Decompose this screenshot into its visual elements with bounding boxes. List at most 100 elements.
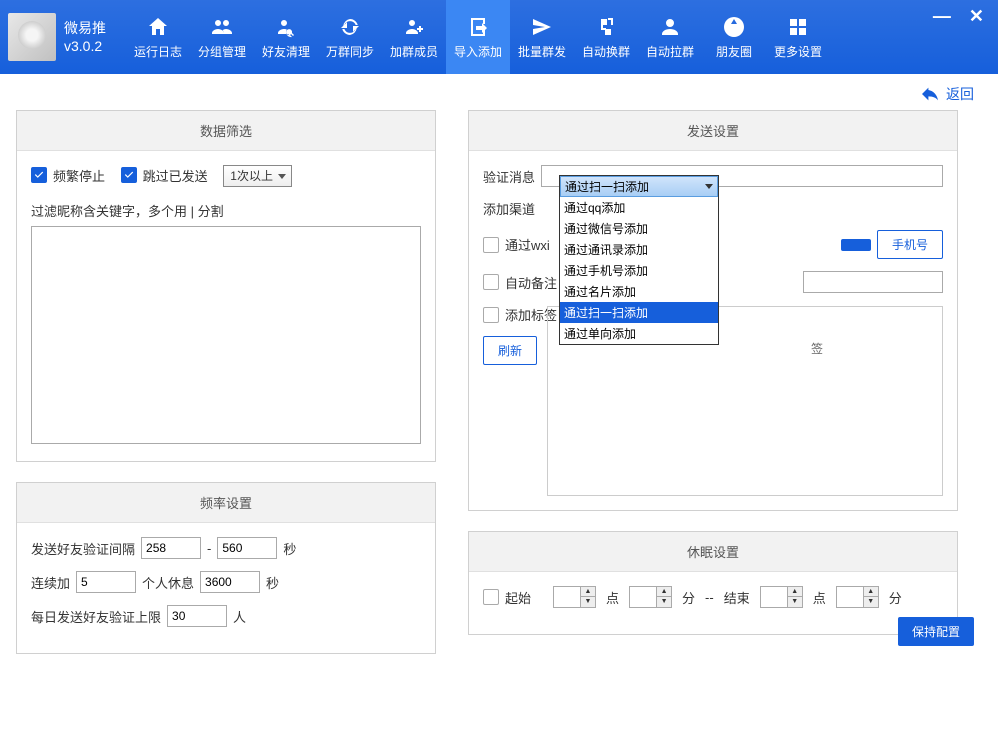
frequency-title: 频率设置 <box>17 483 435 523</box>
channel-options-list: 通过qq添加 通过微信号添加 通过通讯录添加 通过手机号添加 通过名片添加 通过… <box>560 197 718 344</box>
continuous-label: 连续加 <box>31 573 70 592</box>
nav-groups[interactable]: 分组管理 <box>190 0 254 74</box>
back-icon <box>920 86 940 102</box>
grid-icon <box>786 15 810 39</box>
checkbox-label: 自动备注 <box>505 273 557 292</box>
frequent-stop-checkbox[interactable]: 频繁停止 <box>31 166 105 185</box>
times-dropdown[interactable]: 1次以上 <box>223 165 292 187</box>
nav-clean[interactable]: 好友清理 <box>254 0 318 74</box>
add-tag-checkbox[interactable]: 添加标签 <box>483 305 557 324</box>
unit-sec: 秒 <box>283 539 296 558</box>
unit-sec: 秒 <box>266 573 279 592</box>
window-controls: — ✕ <box>933 6 984 27</box>
daily-label: 每日发送好友验证上限 <box>31 607 161 626</box>
checkbox-label: 频繁停止 <box>53 166 105 185</box>
channel-option[interactable]: 通过qq添加 <box>560 197 718 218</box>
channel-selected[interactable]: 通过扫一扫添加 <box>560 176 718 197</box>
filter-keyword-textarea[interactable] <box>31 226 421 444</box>
back-label: 返回 <box>946 84 974 104</box>
channel-option[interactable]: 通过通讯录添加 <box>560 239 718 260</box>
rest-input[interactable] <box>200 571 260 593</box>
send-title: 发送设置 <box>469 111 957 151</box>
blue-button[interactable] <box>841 239 871 251</box>
separator: -- <box>705 590 714 605</box>
interval-from-input[interactable] <box>141 537 201 559</box>
nav-label: 朋友圈 <box>716 43 752 60</box>
skip-sent-checkbox[interactable]: 跳过已发送 <box>121 166 208 185</box>
nav-pull[interactable]: 自动拉群 <box>638 0 702 74</box>
main-nav: 运行日志 分组管理 好友清理 万群同步 加群成员 导入添加 批量群发 自动换群 <box>126 0 830 74</box>
nav-label: 加群成员 <box>390 43 438 60</box>
verify-msg-label: 验证消息 <box>483 167 535 186</box>
filter-title: 数据筛选 <box>17 111 435 151</box>
daily-input[interactable] <box>167 605 227 627</box>
nav-switch[interactable]: 自动换群 <box>574 0 638 74</box>
dash: - <box>207 541 211 556</box>
close-button[interactable]: ✕ <box>969 6 984 27</box>
rest-label: 个人休息 <box>142 573 194 592</box>
start-min-spinner[interactable]: ▲▼ <box>629 586 672 608</box>
sleep-panel: 休眠设置 起始 ▲▼ 点 ▲▼ 分 -- 结束 ▲▼ 点 <box>468 531 958 635</box>
tag-placeholder: 签 <box>811 340 823 357</box>
sleep-start-checkbox[interactable]: 起始 <box>483 588 531 607</box>
sync-icon <box>338 15 362 39</box>
phone-button[interactable]: 手机号 <box>877 230 943 259</box>
nav-more[interactable]: 更多设置 <box>766 0 830 74</box>
channel-dropdown-popup: 通过扫一扫添加 通过qq添加 通过微信号添加 通过通讯录添加 通过手机号添加 通… <box>559 175 719 345</box>
user-plus-icon <box>402 15 426 39</box>
save-config-button[interactable]: 保持配置 <box>898 617 974 646</box>
end-hour-spinner[interactable]: ▲▼ <box>760 586 803 608</box>
nav-moments[interactable]: 朋友圈 <box>702 0 766 74</box>
nav-label: 运行日志 <box>134 43 182 60</box>
app-title: 微易推 v3.0.2 <box>64 19 106 55</box>
app-header: 微易推 v3.0.2 运行日志 分组管理 好友清理 万群同步 加群成员 导入添加 <box>0 0 998 74</box>
interval-label: 发送好友验证间隔 <box>31 539 135 558</box>
auto-remark-checkbox[interactable]: 自动备注 <box>483 273 557 292</box>
send-panel: 发送设置 验证消息 添加渠道 通过wxi <box>468 110 958 511</box>
checkbox-label: 通过wxi <box>505 235 550 254</box>
end-label: 结束 <box>724 588 750 607</box>
nav-label: 自动换群 <box>582 43 630 60</box>
unit-min: 分 <box>682 588 695 607</box>
nav-label: 自动拉群 <box>646 43 694 60</box>
unit-hour: 点 <box>813 588 826 607</box>
channel-option[interactable]: 通过单向添加 <box>560 323 718 344</box>
filter-panel: 数据筛选 频繁停止 跳过已发送 1次以上 过滤昵称含关键字，多个用 | 分割 <box>16 110 436 462</box>
channel-option[interactable]: 通过扫一扫添加 <box>560 302 718 323</box>
minimize-button[interactable]: — <box>933 6 951 27</box>
nav-import[interactable]: 导入添加 <box>446 0 510 74</box>
unit-hour: 点 <box>606 588 619 607</box>
remark-input[interactable] <box>803 271 943 293</box>
start-hour-spinner[interactable]: ▲▼ <box>553 586 596 608</box>
import-icon <box>466 15 490 39</box>
back-link[interactable]: 返回 <box>920 84 974 104</box>
unit-min: 分 <box>889 588 902 607</box>
channel-option[interactable]: 通过微信号添加 <box>560 218 718 239</box>
home-icon <box>146 15 170 39</box>
interval-to-input[interactable] <box>217 537 277 559</box>
user-search-icon <box>274 15 298 39</box>
switch-icon <box>594 15 618 39</box>
channel-label: 添加渠道 <box>483 199 535 218</box>
nav-members[interactable]: 加群成员 <box>382 0 446 74</box>
aperture-icon <box>722 15 746 39</box>
nav-batch[interactable]: 批量群发 <box>510 0 574 74</box>
filter-keyword-label: 过滤昵称含关键字，多个用 | 分割 <box>31 201 421 220</box>
channel-option[interactable]: 通过手机号添加 <box>560 260 718 281</box>
via-wxid-checkbox[interactable]: 通过wxi <box>483 235 550 254</box>
logo-block: 微易推 v3.0.2 <box>8 13 106 61</box>
continuous-input[interactable] <box>76 571 136 593</box>
nav-label: 分组管理 <box>198 43 246 60</box>
end-min-spinner[interactable]: ▲▼ <box>836 586 879 608</box>
nav-logs[interactable]: 运行日志 <box>126 0 190 74</box>
nav-label: 更多设置 <box>774 43 822 60</box>
unit-people: 人 <box>233 607 246 626</box>
channel-option[interactable]: 通过名片添加 <box>560 281 718 302</box>
nav-label: 好友清理 <box>262 43 310 60</box>
main-content: 返回 数据筛选 频繁停止 跳过已发送 1次以上 过滤昵称含关键字，多个用 | 分… <box>0 74 998 664</box>
nav-label: 导入添加 <box>454 43 502 60</box>
sleep-title: 休眠设置 <box>469 532 957 572</box>
avatar <box>8 13 56 61</box>
refresh-button[interactable]: 刷新 <box>483 336 537 365</box>
nav-sync[interactable]: 万群同步 <box>318 0 382 74</box>
